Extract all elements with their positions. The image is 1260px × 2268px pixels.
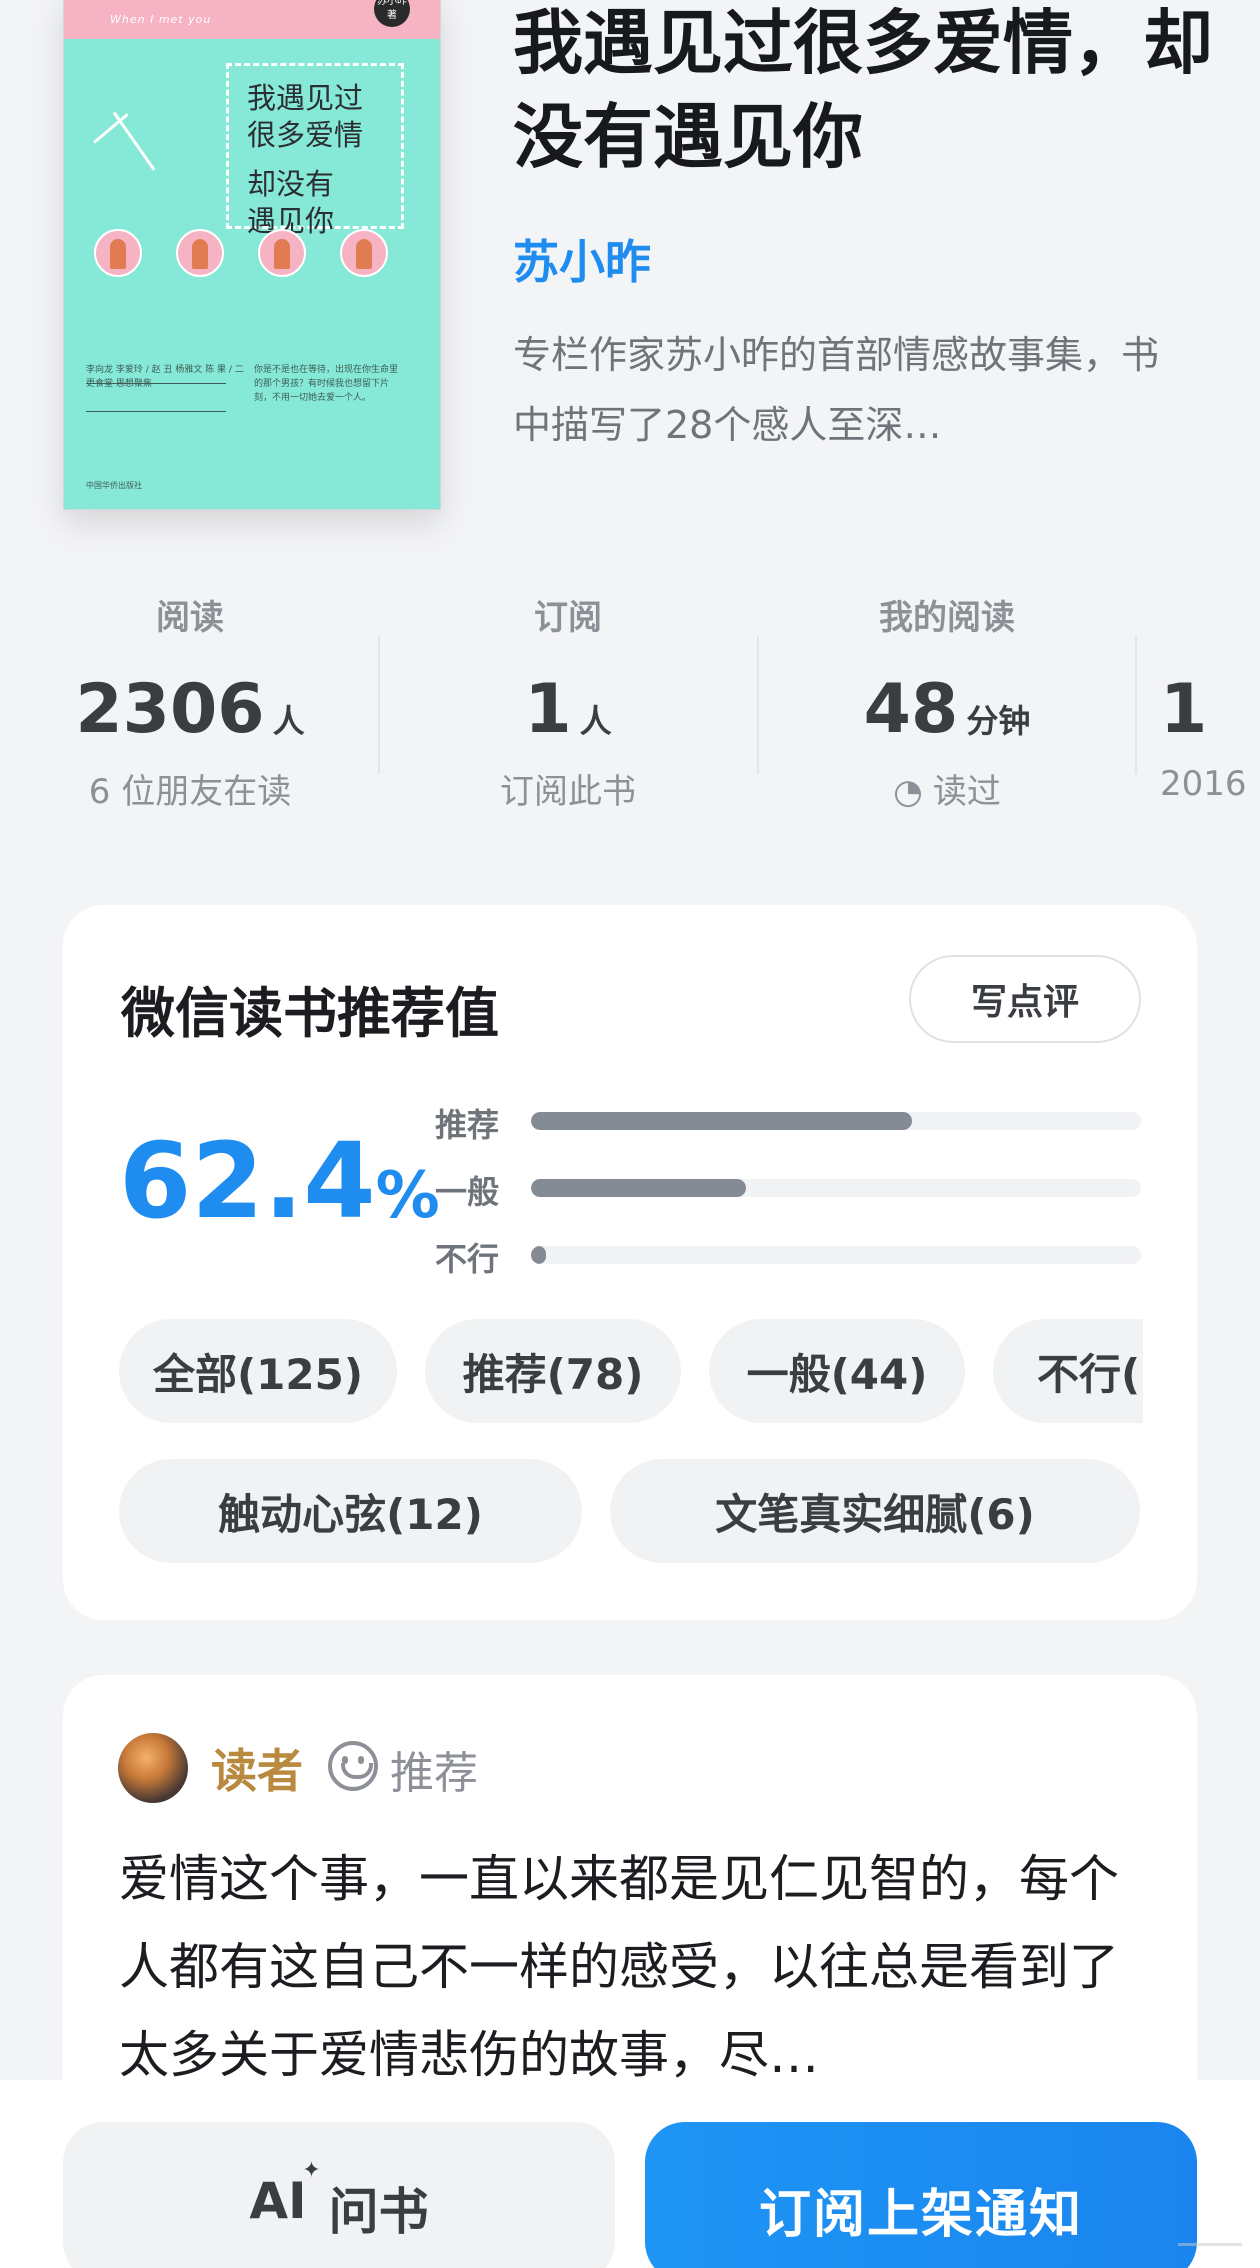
bottom-action-bar: AI 问书 订阅上架通知	[0, 2080, 1260, 2268]
cover-title-box: 我遇见过 很多爱情 却没有 遇见你	[226, 63, 404, 238]
review-text[interactable]: 爱情这个事，一直以来都是见仁见智的，每个人都有这自己不一样的感受，以往总是看到了…	[119, 1835, 1149, 2099]
subscribe-notify-button[interactable]: 订阅上架通知	[645, 2122, 1197, 2268]
filter-chip-touching[interactable]: 触动心弦(12)	[119, 1459, 582, 1563]
filter-chip-negative[interactable]: 不行(3)	[993, 1319, 1143, 1423]
ask-book-label: 问书	[328, 2183, 429, 2241]
filter-chip-all[interactable]: 全部(125)	[119, 1319, 397, 1423]
cover-figure	[340, 229, 388, 277]
stat-value: 1人	[524, 670, 612, 749]
filter-chip-writing[interactable]: 文笔真实细腻(6)	[610, 1459, 1140, 1563]
stat-value: 1	[1160, 670, 1208, 749]
watermark-mark	[1178, 2220, 1242, 2246]
cover-title-line: 我遇见过	[247, 81, 364, 115]
stat-publish[interactable]: 1 2016	[1160, 590, 1260, 804]
avatar[interactable]	[118, 1733, 188, 1803]
ai-sparkle-icon: AI	[249, 2158, 321, 2230]
book-cover[interactable]: When I met you 苏小昨 著 我遇见过 很多爱情 却没有 遇见你 李…	[63, 0, 441, 510]
stat-my-reading[interactable]: 我的阅读 48 分钟 ◔ 读过	[757, 590, 1137, 813]
review-rating-tag: 推荐	[390, 1748, 478, 1799]
cover-english-line: When I met you	[110, 13, 212, 26]
cover-figure	[94, 229, 142, 277]
book-author-link[interactable]: 苏小昨	[513, 226, 651, 292]
cover-title-line: 却没有	[247, 167, 335, 201]
stat-value: 2306 人	[75, 670, 305, 749]
stat-subtext: 订阅此书	[500, 772, 636, 812]
book-title: 我遇见过很多爱情，却没有遇见你	[513, 1, 1213, 178]
stat-label: 阅读	[156, 598, 224, 638]
cover-publisher: 中国华侨出版社	[86, 481, 142, 490]
cover-divider	[86, 411, 226, 412]
stat-readers[interactable]: 阅读 2306 人 6 位朋友在读	[0, 590, 380, 813]
cover-blurb-right: 你是不是也在等待，出现在你生命里的那个男孩？有时候我也想留下片刻，不用一切她去爱…	[254, 365, 399, 403]
clock-check-icon: ◔	[893, 772, 923, 812]
stat-label: 我的阅读	[879, 598, 1015, 638]
cover-title-line: 很多爱情	[247, 118, 364, 152]
filter-chip-neutral[interactable]: 一般(44)	[709, 1319, 965, 1423]
stat-subscriptions[interactable]: 订阅 1人 订阅此书	[378, 590, 758, 813]
stat-subtext: 6 位朋友在读	[88, 772, 292, 812]
cover-blurb-left: 李向龙 李爱玲 / 赵 丑 杨雅文 陈 果 / 二更食堂 思想聚焦	[86, 365, 244, 389]
stat-subtext: ◔ 读过	[893, 772, 1001, 812]
stat-label: 订阅	[534, 598, 602, 638]
stat-value: 48 分钟	[863, 670, 1031, 749]
ask-book-button[interactable]: AI 问书	[63, 2122, 615, 2268]
cover-illustration	[94, 229, 394, 289]
smile-icon	[328, 1741, 378, 1791]
reviewer-name[interactable]: 读者	[211, 1735, 303, 1801]
book-description[interactable]: 专栏作家苏小昨的首部情感故事集，书中描写了28个感人至深…	[513, 320, 1173, 460]
cover-figure	[176, 229, 224, 277]
filter-chip-recommend[interactable]: 推荐(78)	[425, 1319, 681, 1423]
stat-subtext: 2016	[1160, 764, 1247, 804]
rating-card: 微信读书推荐值 写点评 62.4% 推荐 一般 不行 全部(125) 推荐(78…	[63, 905, 1197, 1620]
filter-chip-area: 全部(125) 推荐(78) 一般(44) 不行(3) 触动心弦(12) 文笔真…	[63, 905, 1143, 1620]
stat-label	[1160, 590, 1260, 640]
cover-figure	[258, 229, 306, 277]
stat-divider	[1135, 636, 1137, 774]
